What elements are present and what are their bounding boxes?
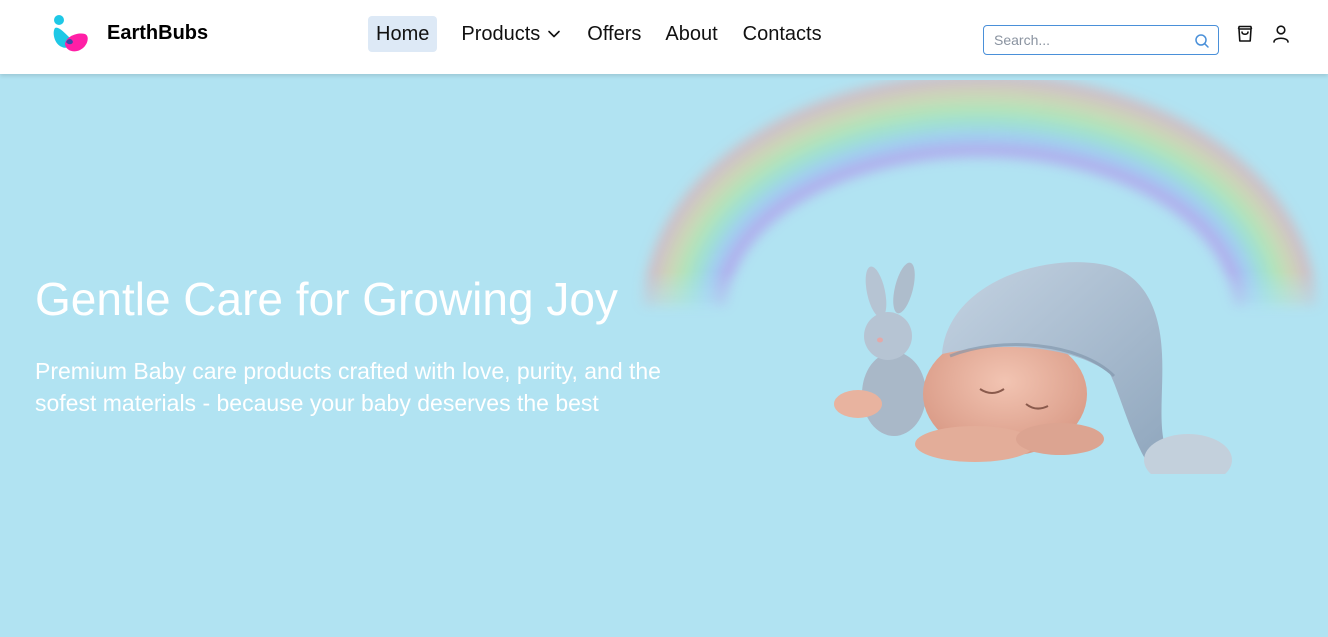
nav-offers[interactable]: Offers [587, 16, 641, 52]
search-input[interactable] [994, 30, 1184, 50]
hero-section: Gentle Care for Growing Joy Premium Baby… [0, 74, 1328, 637]
brand-name[interactable]: EarthBubs [107, 22, 208, 45]
search-box [983, 25, 1219, 55]
hero-subtitle: Premium Baby care products crafted with … [35, 358, 661, 416]
hero-title: Gentle Care for Growing Joy [35, 273, 618, 325]
sleeping-baby-image [834, 262, 1232, 474]
nav-contacts[interactable]: Contacts [743, 16, 822, 52]
nav-home[interactable]: Home [368, 16, 438, 52]
cart-icon[interactable] [1235, 24, 1255, 44]
search-icon[interactable] [1194, 33, 1210, 49]
nav-about[interactable]: About [665, 16, 717, 52]
nav-products-label: Products [461, 23, 541, 45]
user-icon[interactable] [1271, 24, 1291, 44]
main-nav: Home Products Offers About Contacts [368, 16, 822, 52]
site-header: EarthBubs Home Products Offers About Con… [0, 0, 1328, 74]
logo-icon[interactable] [52, 14, 92, 54]
chevron-down-icon [548, 30, 561, 38]
nav-products[interactable]: Products [461, 16, 561, 52]
